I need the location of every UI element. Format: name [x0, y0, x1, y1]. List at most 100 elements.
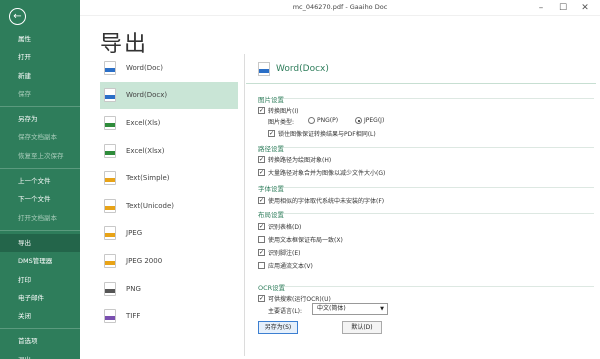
- format-item[interactable]: Text(Unicode): [100, 192, 238, 220]
- sidebar-menu: 属性 打开 新建 保存另存为 保存文档副本 恢复至上次保存 上一个文件 下一个文件 打开文档副本…: [0, 30, 80, 359]
- detect-footnotes-option[interactable]: ✓ 识别脚注(E): [258, 248, 300, 257]
- section-font-settings: 字体设置: [258, 183, 594, 193]
- panel-title: Word(Docx): [276, 63, 329, 74]
- backstage-sidebar: ← 属性 打开 新建 保存另存为 保存文档副本 恢复至上次保存 上一个文件 下一个文件 打开文档…: [0, 0, 80, 359]
- convert-images-option[interactable]: ✓ 转换图片(I): [258, 106, 298, 115]
- settings-panel: Word(Docx): [246, 54, 596, 84]
- maximize-icon[interactable]: ☐: [552, 1, 574, 14]
- sidebar-divider: [0, 106, 80, 108]
- section-path-settings: 路径设置: [258, 143, 594, 153]
- preserve-quality-option[interactable]: ✓ 锁住图像保证转换结果与PDF相同(L): [268, 129, 376, 138]
- format-label: Excel(Xlsx): [126, 146, 165, 155]
- chevron-down-icon: ▼: [380, 306, 384, 312]
- sidebar-item[interactable]: 另存为: [0, 110, 80, 128]
- file-format-icon: [104, 143, 116, 158]
- detect-tables-label: 识别表格(D): [268, 224, 302, 231]
- apply-flow-checkbox[interactable]: [258, 262, 265, 269]
- file-format-icon: [104, 60, 116, 75]
- png-label: PNG(P): [317, 117, 339, 124]
- format-label: Text(Unicode): [126, 201, 175, 210]
- format-item[interactable]: JPEG 2000: [100, 247, 238, 275]
- format-item[interactable]: Excel(Xlsx): [100, 137, 238, 165]
- searchable-ocr-checkbox[interactable]: ✓: [258, 295, 265, 302]
- format-label: PNG: [126, 284, 141, 293]
- format-item[interactable]: PNG: [100, 275, 238, 303]
- png-option[interactable]: PNG(P): [308, 117, 338, 124]
- sidebar-item[interactable]: 恢复至上次保存: [0, 147, 80, 165]
- close-icon[interactable]: ✕: [574, 1, 596, 14]
- searchable-ocr-label: 可供搜索(运行OCR)(U): [268, 296, 331, 303]
- format-item[interactable]: Excel(Xls): [100, 109, 238, 137]
- section-ocr-settings: OCR设置: [258, 282, 594, 292]
- language-row: 主要语言(L):: [268, 306, 302, 315]
- sidebar-item[interactable]: 打开文档副本: [0, 209, 80, 227]
- language-label: 主要语言(L):: [268, 308, 303, 315]
- detect-footnotes-checkbox[interactable]: ✓: [258, 249, 265, 256]
- file-format-icon: [104, 253, 116, 268]
- sidebar-divider: [0, 328, 80, 330]
- title-bar: mc_046270.pdf - Gaaiho Doc – ☐ ✕: [80, 0, 600, 16]
- language-value: 中文(简体): [317, 305, 346, 312]
- textbox-layout-option[interactable]: 使用文本框保证布局一致(X): [258, 235, 343, 244]
- sidebar-item[interactable]: 属性: [0, 30, 80, 48]
- sidebar-item[interactable]: 导出: [0, 233, 80, 253]
- format-label: Excel(Xls): [126, 118, 161, 127]
- replace-fonts-checkbox[interactable]: ✓: [258, 197, 265, 204]
- format-list: Word(Doc) Word(Docx) Excel(Xls) Excel(Xlsx)…: [100, 54, 238, 330]
- file-format-icon: [104, 309, 116, 324]
- paths-to-objects-label: 转换路径为绘图对象(H): [268, 157, 332, 164]
- jpeg-radio[interactable]: [355, 117, 362, 124]
- format-label: Word(Docx): [126, 91, 168, 100]
- format-item[interactable]: Word(Docx): [100, 81, 238, 110]
- sidebar-divider: [0, 168, 80, 170]
- jpeg-option[interactable]: JPEG(J): [355, 117, 384, 124]
- searchable-ocr-option[interactable]: ✓ 可供搜索(运行OCR)(U): [258, 294, 331, 303]
- paths-to-objects-checkbox[interactable]: ✓: [258, 156, 265, 163]
- png-radio[interactable]: [308, 117, 315, 124]
- merge-paths-option[interactable]: ✓ 大量路径对象合并为图像以减少文件大小(G): [258, 168, 385, 177]
- textbox-layout-checkbox[interactable]: [258, 236, 265, 243]
- convert-images-checkbox[interactable]: ✓: [258, 107, 265, 114]
- sidebar-item[interactable]: 关闭: [0, 307, 80, 325]
- paths-to-objects-option[interactable]: ✓ 转换路径为绘图对象(H): [258, 155, 331, 164]
- format-item[interactable]: Text(Simple): [100, 164, 238, 192]
- word-doc-icon: [258, 61, 270, 76]
- sidebar-item[interactable]: DMS管理器: [0, 252, 80, 270]
- minimize-icon[interactable]: –: [530, 1, 552, 14]
- format-item[interactable]: TIFF: [100, 302, 238, 330]
- sidebar-divider: [0, 229, 80, 231]
- language-select[interactable]: 中文(简体) ▼: [312, 303, 388, 315]
- detect-tables-checkbox[interactable]: ✓: [258, 223, 265, 230]
- image-type-label: 图片类型:: [268, 119, 295, 126]
- sidebar-item[interactable]: 退出: [0, 351, 80, 359]
- sidebar-item[interactable]: 打印: [0, 271, 80, 289]
- file-format-icon: [104, 281, 116, 296]
- file-format-icon: [104, 171, 116, 186]
- save-as-button[interactable]: 另存为(S): [258, 321, 298, 334]
- sidebar-item[interactable]: 打开: [0, 48, 80, 66]
- format-item[interactable]: JPEG: [100, 220, 238, 248]
- sidebar-item[interactable]: 保存文档副本: [0, 128, 80, 146]
- image-type-row: 图片类型:: [268, 117, 294, 126]
- panel-header: Word(Docx): [246, 54, 596, 84]
- detect-tables-option[interactable]: ✓ 识别表格(D): [258, 222, 301, 231]
- replace-fonts-option[interactable]: ✓ 使用相似的字体取代系统中未安装的字体(F): [258, 196, 384, 205]
- jpeg-label: JPEG(J): [364, 117, 385, 124]
- merge-paths-checkbox[interactable]: ✓: [258, 169, 265, 176]
- sidebar-item[interactable]: 新建: [0, 67, 80, 85]
- format-label: JPEG: [126, 229, 143, 238]
- format-item[interactable]: Word(Doc): [100, 54, 238, 82]
- convert-images-label: 转换图片(I): [268, 108, 299, 115]
- sidebar-item[interactable]: 保存: [0, 85, 80, 103]
- preserve-quality-checkbox[interactable]: ✓: [268, 130, 275, 137]
- apply-flow-option[interactable]: 应用通流文本(V): [258, 261, 313, 270]
- default-button[interactable]: 默认(D): [342, 321, 382, 334]
- sidebar-item[interactable]: 首选项: [0, 332, 80, 350]
- sidebar-item[interactable]: 上一个文件: [0, 172, 80, 190]
- window-controls: – ☐ ✕: [530, 1, 596, 14]
- sidebar-item[interactable]: 下一个文件: [0, 190, 80, 208]
- sidebar-item[interactable]: 电子邮件: [0, 289, 80, 307]
- back-arrow-icon[interactable]: ←: [9, 8, 26, 25]
- format-label: Text(Simple): [126, 174, 170, 183]
- merge-paths-label: 大量路径对象合并为图像以减少文件大小(G): [268, 170, 386, 177]
